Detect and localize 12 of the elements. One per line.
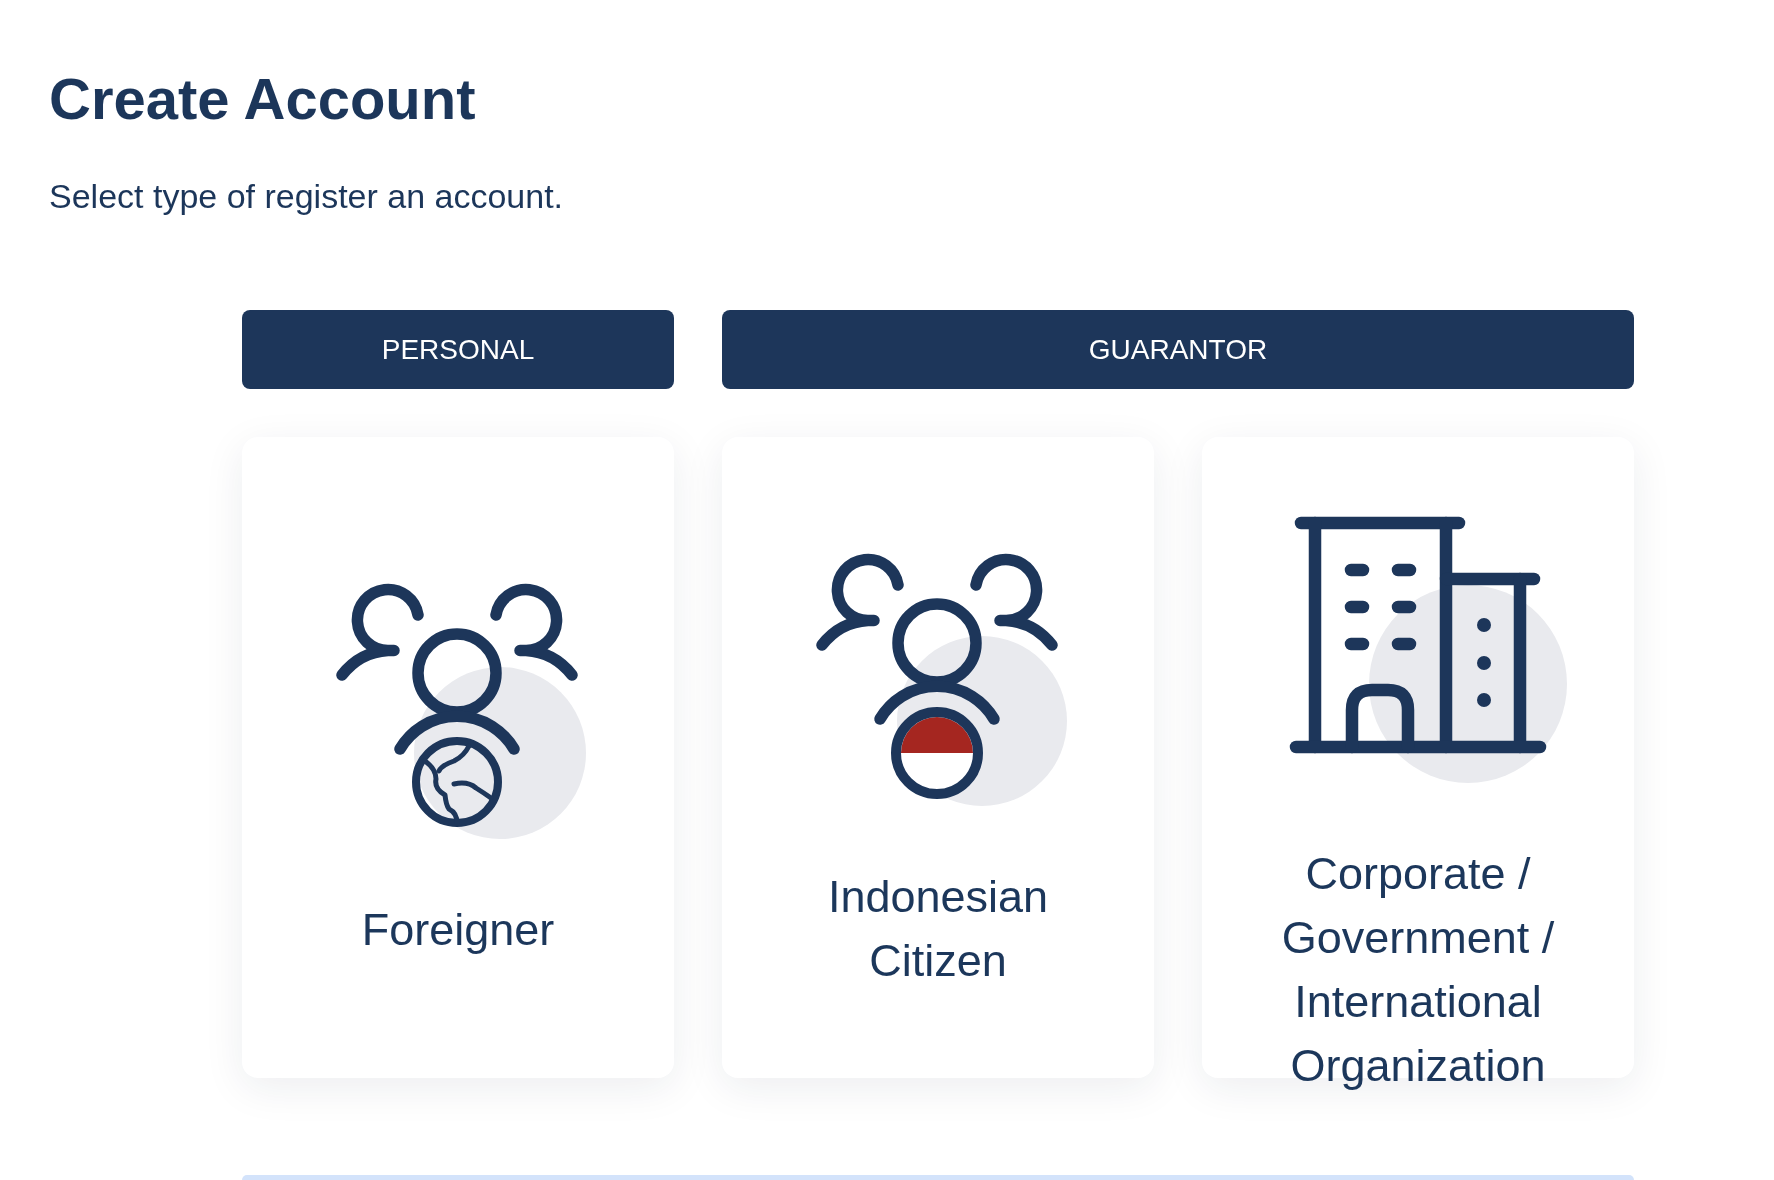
page-subtitle: Select type of register an account. — [49, 176, 564, 216]
option-card[interactable]: Indonesian Citizen — [722, 437, 1154, 1078]
building-icon — [1289, 515, 1567, 783]
option-label: Indonesian Citizen — [826, 869, 1050, 988]
section-header: PERSONAL — [242, 310, 674, 389]
people-flag-icon — [816, 552, 1067, 806]
option-label: Corporate / Government / International Organization — [1280, 847, 1556, 1093]
option-label: Foreigner — [361, 903, 555, 957]
page-title: Create Account — [49, 65, 476, 133]
people-globe-icon — [336, 583, 586, 839]
option-card[interactable]: Foreigner — [242, 437, 674, 1078]
section-header: GUARANTOR — [722, 310, 1634, 389]
